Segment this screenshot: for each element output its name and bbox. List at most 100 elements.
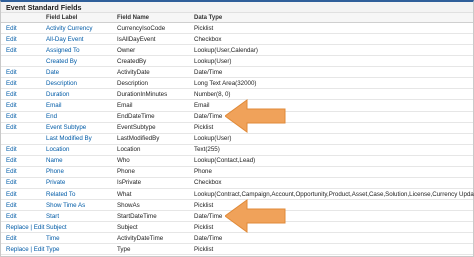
field-data-type: Picklist [194,124,214,132]
field-label-link[interactable]: Time [46,235,60,242]
row-action-links[interactable]: Replace | Edit [6,246,44,253]
panel-title-bar: Event Standard Fields [1,2,473,13]
field-label-link[interactable]: Type [46,246,59,253]
field-data-type: Checkbox [194,35,222,43]
field-api-name: Owner [117,46,136,54]
field-data-type: Email [194,102,210,110]
field-label-link[interactable]: Phone [46,168,64,175]
row-action-links[interactable]: Edit [6,25,17,32]
table-row: Edit Phone Phone Phone [1,167,473,178]
field-label-link[interactable]: All-Day Event [46,36,83,43]
field-api-name: CreatedBy [117,57,147,65]
table-row: Replace | Edit Type Type Picklist [1,244,473,256]
field-data-type: Lookup(User) [194,57,232,65]
row-action-links[interactable]: Edit [6,80,17,87]
row-action-links[interactable]: Edit [6,36,17,43]
field-api-name: LastModifiedBy [117,135,160,143]
row-action-links[interactable]: Replace | Edit [6,224,44,231]
table-row: Edit Assigned To Owner Lookup(User,Calendar… [1,45,473,57]
field-api-name: DurationInMinutes [117,91,168,99]
field-api-name: EventSubtype [117,124,156,132]
field-api-name: ActivityDate [117,68,150,76]
field-api-name: Email [117,102,133,110]
row-action-links[interactable]: Edit [6,47,17,54]
column-header-field-label: Field Label [46,14,78,21]
field-data-type: Lookup(Contract,Campaign,Account,Opportu… [194,190,474,198]
field-api-name: ShowAs [117,201,140,209]
field-data-type: Lookup(User) [194,135,232,143]
row-action-links[interactable]: Edit [6,235,17,242]
field-label-link[interactable]: Activity Currency [46,25,92,32]
table-row: Edit Description Description Long Text Area… [1,78,473,90]
field-api-name: What [117,190,132,198]
table-row: Edit Date ActivityDate Date/Time [1,67,473,79]
table-row: Edit Location Location Text(255) [1,145,473,156]
field-label-link[interactable]: Show Time As [46,202,85,209]
field-data-type: Date/Time [194,234,223,242]
highlight-arrow-start [225,199,286,233]
field-label-link[interactable]: Location [46,146,69,153]
row-action-links[interactable]: Edit [6,113,17,120]
table-row: Edit Time ActivityDateTime Date/Time [1,233,473,245]
field-data-type: Text(255) [194,146,220,154]
field-data-type: Lookup(Contact,Lead) [194,157,256,165]
field-label-link[interactable]: Event Subtype [46,124,86,131]
field-api-name: Subject [117,223,138,231]
table-row: Edit Name Who Lookup(Contact,Lead) [1,156,473,167]
row-action-links[interactable]: Edit [6,146,17,153]
field-label-link[interactable]: Last Modified By [46,135,92,142]
table-row: Last Modified By LastModifiedBy Lookup(Use… [1,134,473,145]
field-label-link[interactable]: Duration [46,91,69,98]
table-row: Edit Private IsPrivate Checkbox [1,178,473,189]
field-label-link[interactable]: Description [46,80,77,87]
panel-title: Event Standard Fields [6,3,82,12]
table-row: Edit Activity Currency CurrencyIsoCode Pick… [1,23,473,35]
field-data-type: Picklist [194,24,214,32]
field-data-type: Picklist [194,223,214,231]
field-api-name: Type [117,245,131,253]
field-label-link[interactable]: Created By [46,58,77,65]
field-label-link[interactable]: Name [46,157,63,164]
field-data-type: Long Text Area(32000) [194,80,257,88]
table-row: Edit All-Day Event IsAllDayEvent Checkbox [1,34,473,46]
table-header: Field Label Field Name Data Type [1,13,473,23]
row-action-links[interactable]: Edit [6,191,17,198]
field-label-link[interactable]: Email [46,102,61,109]
row-action-links[interactable]: Edit [6,124,17,131]
row-action-links[interactable]: Edit [6,168,17,175]
field-api-name: IsAllDayEvent [117,35,156,43]
field-api-name: StartDateTime [117,212,157,220]
field-data-type: Phone [194,168,212,176]
field-data-type: Date/Time [194,68,223,76]
table-row: Created By CreatedBy Lookup(User) [1,56,473,68]
row-action-links[interactable]: Edit [6,202,17,209]
field-data-type: Date/Time [194,212,223,220]
row-action-links[interactable]: Edit [6,91,17,98]
field-data-type: Checkbox [194,179,222,187]
field-data-type: Date/Time [194,113,223,121]
field-api-name: Phone [117,168,135,176]
field-label-link[interactable]: End [46,113,57,120]
field-data-type: Picklist [194,245,214,253]
field-api-name: EndDateTime [117,113,155,121]
row-action-links[interactable]: Edit [6,69,17,76]
field-label-link[interactable]: Private [46,179,65,186]
field-data-type: Lookup(User,Calendar) [194,46,258,54]
row-action-links[interactable]: Edit [6,179,17,186]
field-label-link[interactable]: Start [46,213,59,220]
field-api-name: CurrencyIsoCode [117,24,166,32]
column-header-field-name: Field Name [117,14,150,21]
field-api-name: ActivityDateTime [117,234,164,242]
field-label-link[interactable]: Related To [46,191,75,198]
field-label-link[interactable]: Assigned To [46,47,80,54]
field-label-link[interactable]: Subject [46,224,67,231]
field-api-name: Who [117,157,130,165]
row-action-links[interactable]: Edit [6,213,17,220]
row-action-links[interactable]: Edit [6,157,17,164]
field-data-type: Picklist [194,201,214,209]
row-action-links[interactable]: Edit [6,102,17,109]
column-header-data-type: Data Type [194,14,223,21]
event-standard-fields-panel: Event Standard Fields Field Label Field … [0,0,474,257]
field-api-name: Description [117,80,148,88]
field-label-link[interactable]: Date [46,69,59,76]
